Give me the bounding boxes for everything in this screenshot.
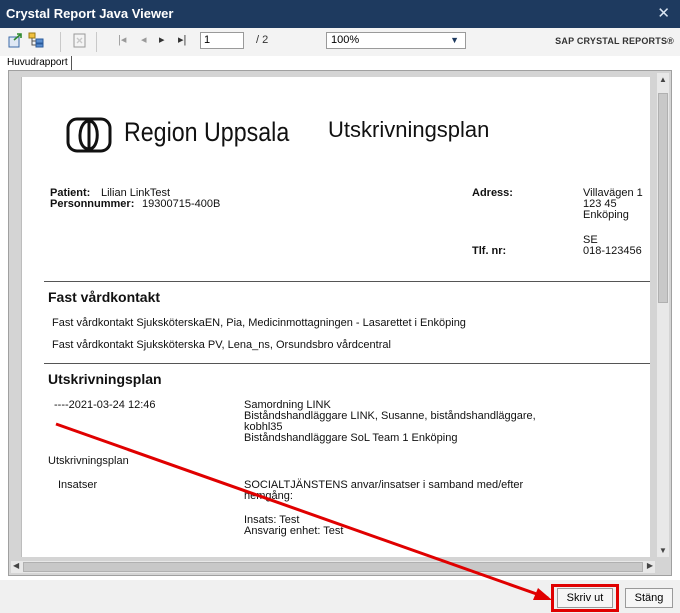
scroll-left-icon[interactable]: ◀ bbox=[13, 561, 19, 570]
insatser-line: Ansvarig enhet: Test bbox=[244, 525, 344, 537]
entry-date: ----2021-03-24 12:46 bbox=[54, 399, 156, 411]
address-line: Enköping bbox=[583, 209, 629, 221]
divider bbox=[44, 281, 650, 282]
vertical-scrollbar[interactable]: ▲ ▼ bbox=[657, 73, 669, 557]
contact-line: Fast vårdkontakt SjuksköterskaEN, Pia, M… bbox=[52, 317, 466, 329]
prev-page-icon[interactable]: ◂ bbox=[141, 33, 147, 46]
toolbar-separator bbox=[96, 32, 97, 52]
personnummer-value: 19300715-400B bbox=[142, 198, 221, 210]
title-bar: Crystal Report Java Viewer ✕ bbox=[0, 0, 680, 28]
last-page-icon[interactable]: ▸| bbox=[178, 33, 186, 46]
close-button[interactable]: Stäng bbox=[625, 588, 673, 608]
scroll-thumb[interactable] bbox=[658, 93, 668, 303]
phone-value: 018-123456 bbox=[583, 245, 642, 257]
divider bbox=[44, 363, 650, 364]
page-count: / 2 bbox=[256, 34, 269, 46]
toolbar-separator bbox=[60, 32, 61, 52]
scroll-down-icon[interactable]: ▼ bbox=[659, 546, 667, 555]
section-title-plan: Utskrivningsplan bbox=[48, 371, 162, 387]
personnummer-label: Personnummer: bbox=[50, 198, 135, 210]
horizontal-scrollbar[interactable]: ◀ ▶ bbox=[11, 561, 655, 573]
close-icon[interactable]: ✕ bbox=[657, 4, 670, 22]
phone-label: Tlf. nr: bbox=[472, 245, 507, 257]
section-title-contact: Fast vårdkontakt bbox=[48, 289, 161, 305]
region-uppsala-logo-icon bbox=[66, 117, 112, 153]
entry-line: Biståndshandläggare SoL Team 1 Enköping bbox=[244, 432, 458, 444]
toolbar: |◂ ◂ ▸ ▸| 1 / 2 100% ▼ SAP CRYSTAL REPOR… bbox=[0, 28, 680, 57]
window-title: Crystal Report Java Viewer bbox=[6, 6, 174, 21]
tab-bar: Huvudrapport bbox=[0, 56, 680, 70]
logo-text: Region Uppsala bbox=[124, 117, 290, 147]
export-icon[interactable] bbox=[8, 32, 24, 48]
report-page: Region Uppsala Utskrivningsplan Patient:… bbox=[21, 77, 650, 557]
tab-main-report[interactable]: Huvudrapport bbox=[4, 56, 72, 70]
contact-line: Fast vårdkontakt Sjuksköterska PV, Lena_… bbox=[52, 339, 391, 351]
plan-label: Utskrivningsplan bbox=[48, 455, 129, 467]
entry-line: Biståndshandläggare LINK, Susanne, bistå… bbox=[244, 410, 536, 422]
insatser-label: Insatser bbox=[58, 479, 98, 491]
document-title: Utskrivningsplan bbox=[328, 117, 490, 142]
first-page-icon[interactable]: |◂ bbox=[118, 33, 126, 46]
scroll-up-icon[interactable]: ▲ bbox=[659, 75, 667, 84]
print-setup-icon[interactable] bbox=[72, 32, 88, 48]
group-tree-icon[interactable] bbox=[28, 32, 44, 48]
next-page-icon[interactable]: ▸ bbox=[159, 33, 165, 46]
report-viewer: Region Uppsala Utskrivningsplan Patient:… bbox=[8, 70, 672, 576]
zoom-select[interactable]: 100% ▼ bbox=[326, 32, 466, 49]
scroll-thumb[interactable] bbox=[23, 562, 643, 572]
page-number-input[interactable]: 1 bbox=[200, 32, 244, 49]
address-label: Adress: bbox=[472, 187, 513, 199]
brand-label: SAP CRYSTAL REPORTS® bbox=[555, 36, 674, 46]
insatser-line: hemgång: bbox=[244, 490, 293, 502]
highlight-box bbox=[551, 584, 619, 612]
zoom-value: 100% bbox=[331, 34, 360, 46]
chevron-down-icon: ▼ bbox=[450, 35, 459, 45]
scroll-right-icon[interactable]: ▶ bbox=[647, 561, 653, 570]
